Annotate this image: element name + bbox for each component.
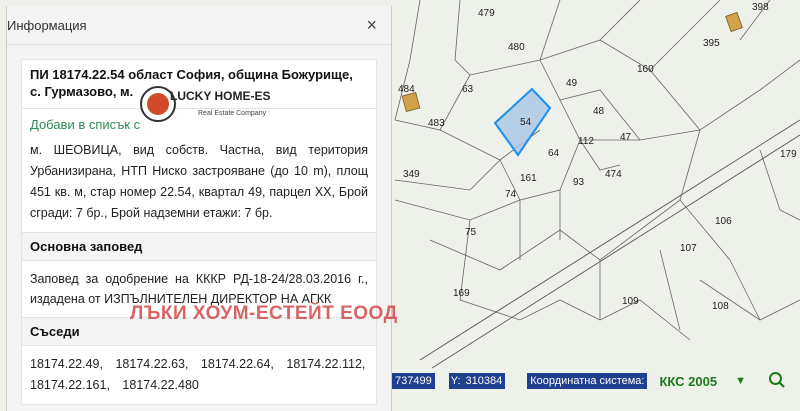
- info-panel: Информация × ПИ 18174.22.54 област София…: [6, 6, 392, 411]
- plot-label: 49: [566, 78, 578, 89]
- plot-label: 474: [605, 169, 622, 180]
- add-to-list-link[interactable]: Добави в списък с: [22, 109, 148, 140]
- y-label: Y:: [448, 373, 463, 389]
- plot-label: 398: [752, 2, 769, 13]
- panel-title: Информация: [7, 17, 87, 33]
- plot-label: 64: [548, 148, 560, 159]
- y-coordinate: 310384: [462, 373, 506, 389]
- plot-label: 484: [398, 84, 415, 95]
- coordinate-system-value[interactable]: ККС 2005: [659, 374, 717, 389]
- plot-label: 112: [578, 136, 594, 147]
- plot-label: 169: [453, 288, 470, 299]
- panel-header: Информация ×: [7, 6, 391, 45]
- company-logo: LUCKY HOME-ESTATE Real Estate Company: [140, 82, 300, 132]
- plot-description: м. ШЕОВИЦА, вид собств. Частна, вид тери…: [30, 143, 368, 220]
- close-icon[interactable]: ×: [362, 14, 381, 36]
- plot-title-line1: ПИ 18174.22.54 област София, община Божу…: [30, 67, 353, 82]
- plot-label: 480: [508, 42, 525, 53]
- plot-label: 74: [505, 189, 517, 200]
- plot-label: 93: [573, 177, 585, 188]
- plot-label: 106: [715, 216, 732, 227]
- neighbors-line1[interactable]: 18174.22.49, 18174.22.63, 18174.22.64, 1…: [30, 354, 368, 375]
- plot-label: 107: [680, 243, 697, 254]
- plot-label: 160: [637, 64, 654, 75]
- order-heading: Основна заповед: [22, 232, 376, 261]
- plot-label: 483: [428, 118, 445, 129]
- plot-label: 395: [703, 38, 720, 49]
- coordinate-system-label: Координатна система:: [527, 373, 648, 389]
- plot-label: 479: [478, 8, 495, 19]
- plot-label: 179: [780, 149, 797, 160]
- neighbors-line2[interactable]: 18174.22.161, 18174.22.480: [30, 375, 368, 396]
- search-icon[interactable]: [768, 371, 786, 392]
- coordinate-bar: 737499 Y: 310384 Координатна система: КК…: [392, 368, 800, 394]
- plot-label: 48: [593, 106, 605, 117]
- plot-label: 63: [462, 84, 474, 95]
- x-coordinate: 737499: [392, 373, 435, 389]
- company-watermark: ЛЪКИ ХОУМ-ЕСТЕЙТ ЕООД: [130, 303, 398, 324]
- neighbors-list: 18174.22.49, 18174.22.63, 18174.22.64, 1…: [22, 346, 376, 404]
- chevron-down-icon[interactable]: ▼: [735, 375, 746, 387]
- plot-label: 109: [622, 296, 639, 307]
- plot-label: 349: [403, 169, 420, 180]
- plot-label: 108: [712, 301, 729, 312]
- plot-label: 54: [520, 117, 532, 128]
- plot-label: 75: [465, 227, 477, 238]
- logo-subtext: Real Estate Company: [198, 110, 267, 117]
- plot-label: 47: [620, 132, 632, 143]
- plot-label: 161: [520, 173, 537, 184]
- logo-text: LUCKY HOME-ESTATE: [170, 89, 270, 103]
